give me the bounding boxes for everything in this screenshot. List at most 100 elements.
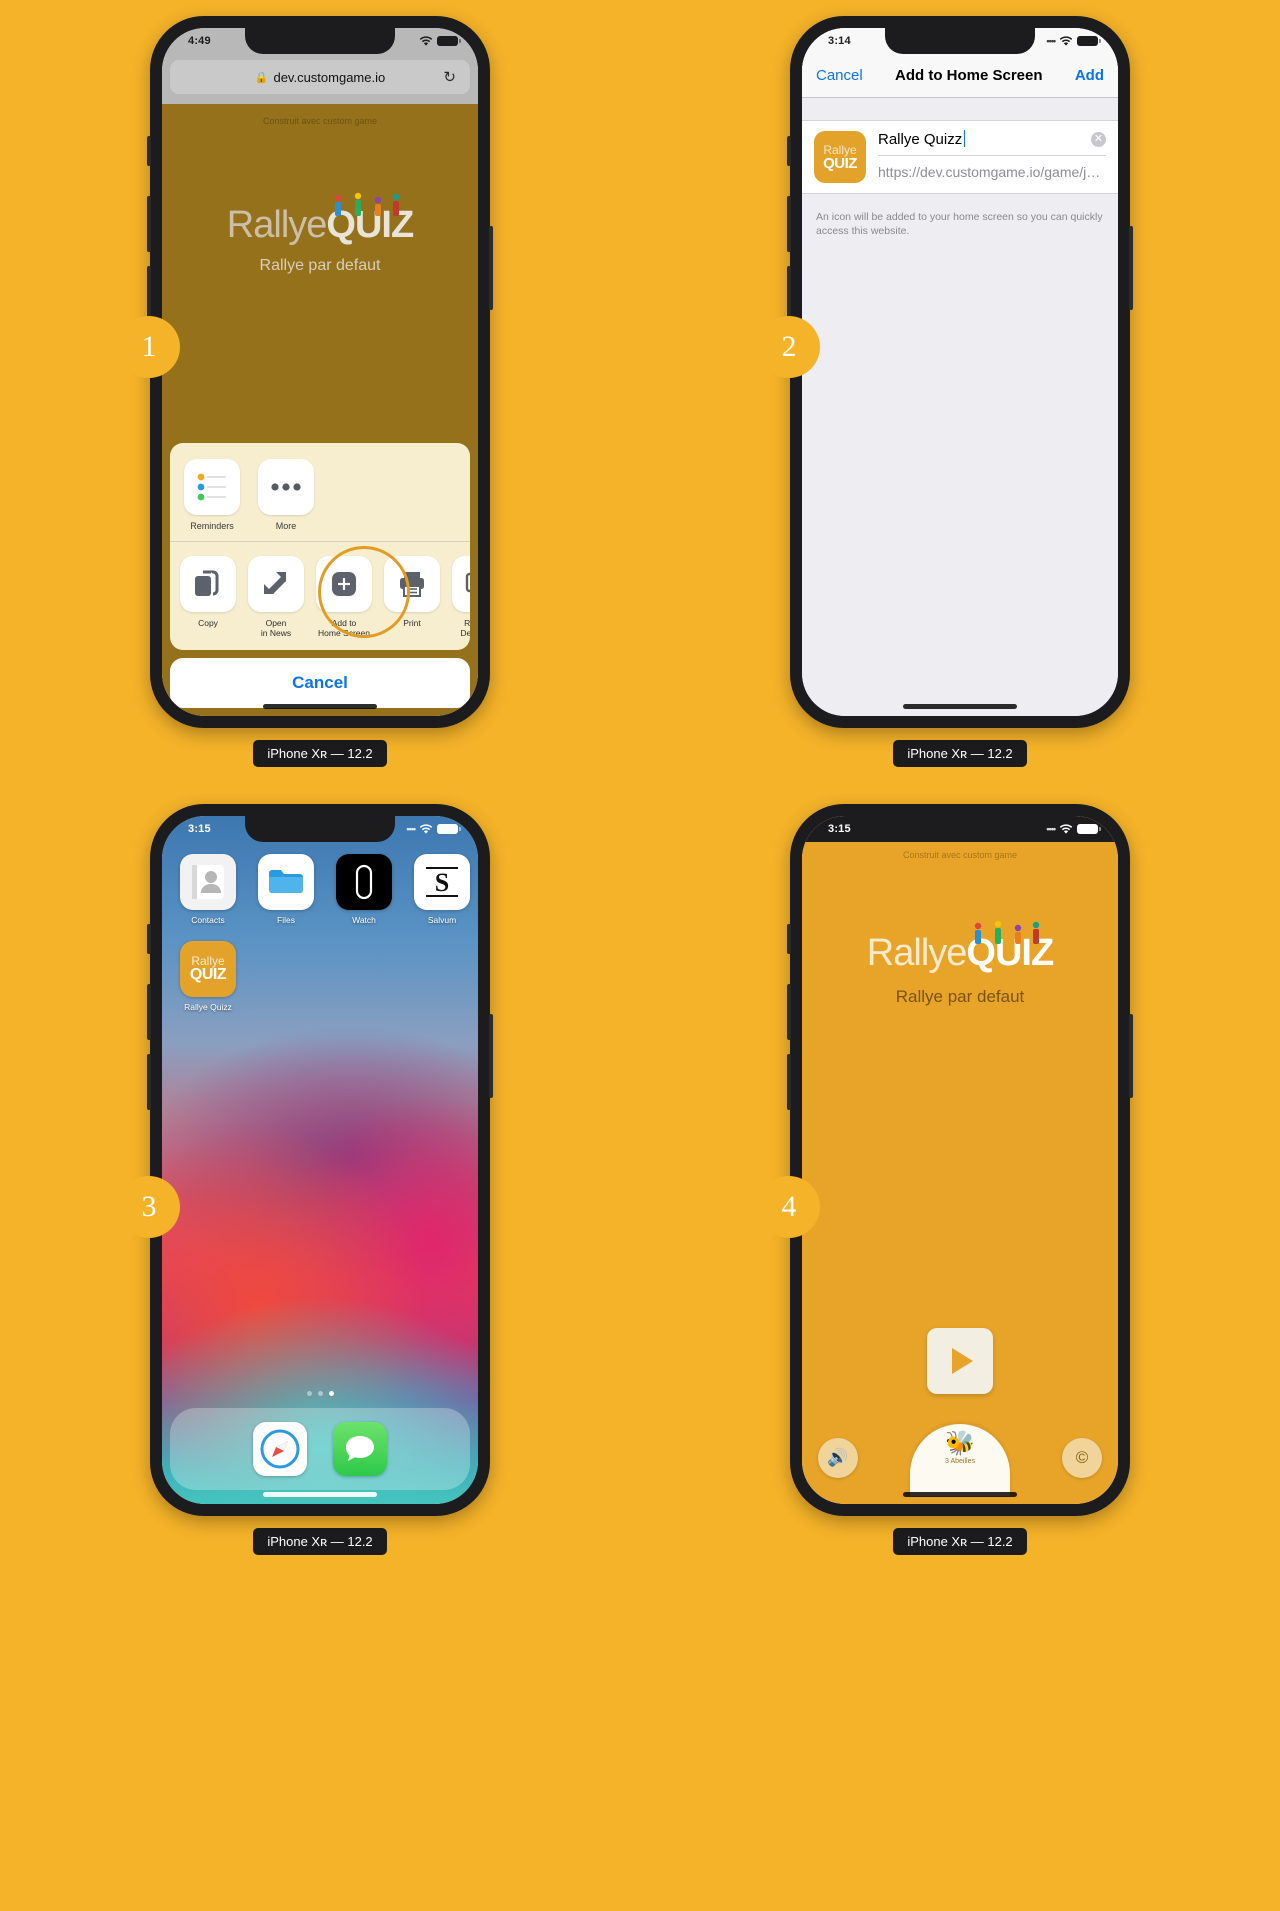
share-action-label: Print bbox=[403, 617, 421, 628]
screen-1: 4:49 🔒 dev.customgame.io ↻ Construit ave… bbox=[162, 28, 478, 716]
files-icon bbox=[258, 854, 314, 910]
device-caption-3: iPhone Xʀ — 12.2 bbox=[253, 1528, 387, 1555]
share-action-copy[interactable]: Copy bbox=[180, 555, 236, 638]
status-bar-4: 3:15 •••• bbox=[802, 816, 1118, 842]
home-indicator bbox=[263, 704, 377, 709]
home-app-files[interactable]: Files bbox=[258, 854, 314, 925]
screen-3: 3:15 •••• Contacts Files Watch S Salvum … bbox=[162, 816, 478, 1504]
speaker-icon: 🔊 bbox=[827, 1448, 849, 1467]
share-app-more[interactable]: More bbox=[258, 458, 314, 531]
home-app-label: Watch bbox=[352, 915, 376, 925]
desktop-icon bbox=[452, 555, 470, 612]
messages-icon[interactable] bbox=[333, 1422, 387, 1476]
share-actions-row: Copy Open in News Add to Home Screen Pri… bbox=[170, 542, 470, 650]
home-app-label: Salvum bbox=[427, 915, 457, 925]
bee-icon: 🐝 bbox=[945, 1430, 975, 1457]
panel-2: 2 3:14 •••• Cancel Add to Home Screen Ad… bbox=[640, 0, 1280, 790]
logo-quiz-text: QUIZ bbox=[326, 204, 414, 246]
home-indicator bbox=[263, 1492, 377, 1497]
status-bar-2: 3:14 •••• bbox=[802, 28, 1118, 54]
play-button[interactable] bbox=[927, 1328, 993, 1394]
more-icon bbox=[258, 458, 314, 515]
safari-icon[interactable] bbox=[253, 1422, 307, 1476]
icon-line-1: Rallye bbox=[823, 142, 857, 157]
signal-dots-icon: •••• bbox=[1046, 36, 1056, 46]
status-time: 3:15 bbox=[828, 823, 851, 835]
home-app-label: Contacts bbox=[191, 915, 225, 925]
step-badge-2: 2 bbox=[758, 316, 820, 378]
icon-row: Contacts Files Watch S Salvum bbox=[180, 854, 470, 925]
share-sheet-card: Reminders More Copy Open in News Add to … bbox=[170, 442, 470, 650]
phone-frame-1: 4:49 🔒 dev.customgame.io ↻ Construit ave… bbox=[147, 16, 493, 728]
url-text: dev.customgame.io bbox=[273, 69, 386, 85]
ios-home-screen: 3:15 •••• Contacts Files Watch S Salvum … bbox=[162, 816, 478, 1504]
home-app-watch[interactable]: Watch bbox=[336, 854, 392, 925]
bookmark-form: Rallye QUIZ Rallye Quizz ✕ https://dev.c… bbox=[802, 120, 1118, 194]
home-app-rallye-quizz[interactable]: Rallye QUIZ Rallye Quizz bbox=[180, 941, 236, 1012]
share-action-add-to-home-screen[interactable]: Add to Home Screen bbox=[316, 555, 372, 638]
share-app-label: More bbox=[275, 520, 297, 531]
printer-icon bbox=[384, 555, 440, 612]
share-app-reminders[interactable]: Reminders bbox=[184, 458, 240, 531]
screen-2: 3:14 •••• Cancel Add to Home Screen Add … bbox=[802, 28, 1118, 716]
step-badge-4: 4 bbox=[758, 1176, 820, 1238]
wifi-icon bbox=[419, 35, 433, 47]
sound-button[interactable]: 🔊 bbox=[818, 1438, 858, 1478]
volume-down-button bbox=[787, 266, 791, 322]
share-action-print[interactable]: Print bbox=[384, 555, 440, 638]
signal-dots-icon: •••• bbox=[406, 824, 416, 834]
volume-up-button bbox=[147, 984, 151, 1040]
cancel-button[interactable]: Cancel bbox=[170, 658, 470, 708]
device-caption-2: iPhone Xʀ — 12.2 bbox=[893, 740, 1027, 767]
volume-down-button bbox=[787, 1054, 791, 1110]
page-dot bbox=[317, 1391, 323, 1396]
screenshot-grid: 1 4:49 🔒 dev.customgame.io ↻ Construit a… bbox=[0, 0, 1280, 1911]
home-app-label: Rallye Quizz bbox=[184, 1002, 232, 1012]
page-indicator bbox=[162, 1391, 478, 1396]
play-icon bbox=[952, 1348, 973, 1374]
page-dot bbox=[306, 1391, 312, 1396]
cancel-button[interactable]: Cancel bbox=[816, 67, 863, 84]
panel-4: 4 3:15 •••• Construit avec custom game R… bbox=[640, 790, 1280, 1911]
volume-up-button bbox=[787, 196, 791, 252]
status-time: 3:14 bbox=[828, 35, 851, 47]
web-app-standalone: 3:15 •••• Construit avec custom game Ral… bbox=[802, 816, 1118, 1504]
logo-1: Rallye QUIZ bbox=[162, 192, 478, 247]
power-button bbox=[489, 226, 493, 310]
mute-switch bbox=[147, 136, 151, 166]
home-indicator bbox=[903, 1492, 1017, 1497]
salvum-icon: S bbox=[414, 854, 470, 910]
copyright-button[interactable]: © bbox=[1062, 1438, 1102, 1478]
power-button bbox=[1129, 1014, 1133, 1098]
battery-icon bbox=[1077, 36, 1101, 46]
rallye-quizz-icon: Rallye QUIZ bbox=[180, 941, 236, 997]
share-action-request-desktop-site[interactable]: Request Desktop S bbox=[452, 555, 470, 638]
status-bar-3: 3:15 •••• bbox=[162, 816, 478, 842]
share-action-open-in-news[interactable]: Open in News bbox=[248, 555, 304, 638]
add-button[interactable]: Add bbox=[1075, 67, 1104, 84]
step-badge-1: 1 bbox=[118, 316, 180, 378]
safari-url-bar[interactable]: 🔒 dev.customgame.io ↻ bbox=[170, 60, 470, 94]
home-app-contacts[interactable]: Contacts bbox=[180, 854, 236, 925]
sponsor-label: 3 Abeilles bbox=[945, 1458, 975, 1465]
home-app-salvum[interactable]: S Salvum bbox=[414, 854, 470, 925]
bookmark-name-input[interactable]: Rallye Quizz bbox=[878, 130, 966, 148]
logo-rallye-text: Rallye bbox=[866, 932, 968, 974]
share-action-label: Add to Home Screen bbox=[318, 617, 370, 638]
reload-icon[interactable]: ↻ bbox=[443, 68, 456, 86]
logo-quiz-text: QUIZ bbox=[966, 932, 1054, 974]
logo-rallye-text: Rallye bbox=[226, 204, 328, 246]
volume-down-button bbox=[147, 1054, 151, 1110]
wifi-icon bbox=[1059, 35, 1073, 47]
contacts-icon bbox=[180, 854, 236, 910]
sponsor-badge[interactable]: 🐝 3 Abeilles bbox=[910, 1424, 1010, 1496]
clear-icon[interactable]: ✕ bbox=[1091, 132, 1106, 147]
page-subtitle: Rallye par defaut bbox=[259, 257, 381, 274]
copy-icon bbox=[180, 555, 236, 612]
home-indicator bbox=[903, 704, 1017, 709]
logo-4: Rallye QUIZ bbox=[802, 920, 1118, 975]
lock-icon: 🔒 bbox=[254, 71, 269, 84]
status-time: 4:49 bbox=[188, 35, 211, 47]
copyright-icon: © bbox=[1075, 1448, 1089, 1467]
battery-icon bbox=[437, 36, 461, 46]
